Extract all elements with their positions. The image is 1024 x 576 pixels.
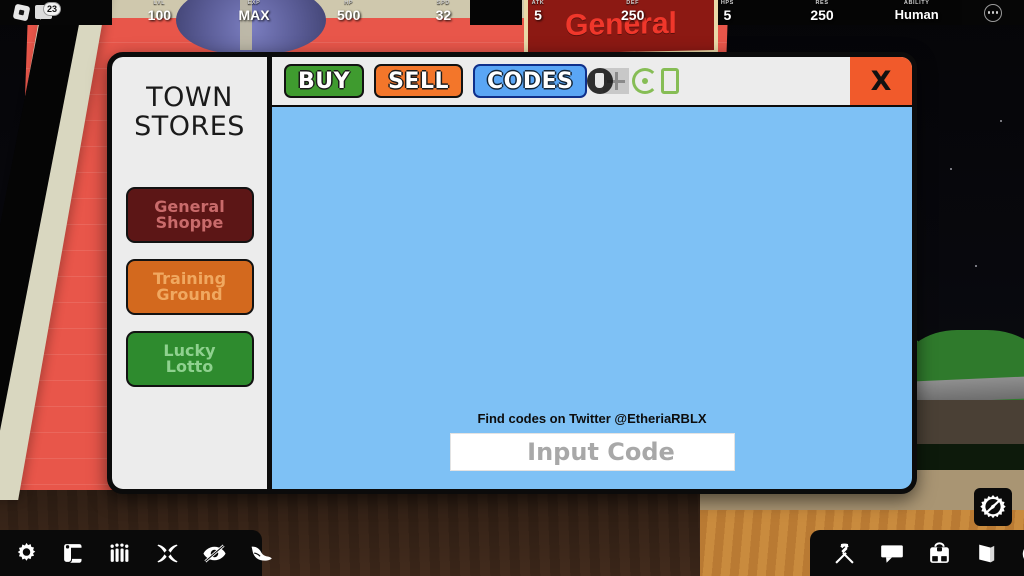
general-shop-sign-text: General xyxy=(565,6,677,43)
coin-bar-icon xyxy=(661,68,680,94)
store-tab-bar: BUY SELL CODES X xyxy=(272,57,912,105)
bottom-toolbar-left xyxy=(0,530,272,576)
panel-title-line1: TOWN xyxy=(146,82,233,113)
compass-button[interactable] xyxy=(974,488,1012,526)
backpack-icon[interactable] xyxy=(927,540,952,566)
compass-icon xyxy=(980,495,1006,519)
hud-chat-button[interactable]: 23 xyxy=(35,1,62,21)
tab-codes[interactable]: CODES xyxy=(473,64,588,98)
party-group-icon[interactable] xyxy=(108,540,133,566)
store-sidebar: TOWN STORES General Shoppe Training Grou… xyxy=(112,57,272,489)
store-button-lucky-lotto-line2: Lotto xyxy=(165,357,214,377)
store-content-area: Find codes on Twitter @EtheriaRBLX xyxy=(272,105,912,489)
eye-slash-icon[interactable] xyxy=(202,540,227,566)
roblox-logo-icon[interactable] xyxy=(12,3,31,22)
store-button-lucky-lotto[interactable]: Lucky Lotto xyxy=(125,331,254,388)
hud-more-menu[interactable] xyxy=(962,0,1024,25)
coin-c-icon xyxy=(632,68,659,94)
quest-scroll-icon[interactable] xyxy=(61,540,86,566)
store-right-column: BUY SELL CODES X Find codes on Twitter @… xyxy=(272,57,912,489)
store-button-training-ground[interactable]: Training Ground xyxy=(125,259,254,316)
tab-buy[interactable]: BUY xyxy=(284,64,365,98)
plus-icon xyxy=(603,68,630,94)
settings-gear-icon[interactable] xyxy=(14,540,39,566)
store-button-general-shoppe[interactable]: General Shoppe xyxy=(125,187,254,244)
general-shop-sign: General xyxy=(524,0,718,59)
pickaxe-hammer-icon[interactable] xyxy=(832,540,857,566)
code-input-field[interactable] xyxy=(449,433,735,471)
add-currency-icon[interactable] xyxy=(603,68,680,94)
game-screen: General 23 LVL 100 EXP MAX HP 500 SPD 32… xyxy=(0,0,1024,576)
crossed-swords-icon[interactable] xyxy=(155,540,180,566)
tab-sell[interactable]: SELL xyxy=(374,64,463,98)
panel-title: TOWN STORES xyxy=(134,83,245,141)
store-button-training-ground-line2: Ground xyxy=(156,285,223,305)
store-button-general-shoppe-line2: Shoppe xyxy=(155,213,224,233)
bottom-toolbar-right xyxy=(810,530,1024,576)
chat-unread-badge: 23 xyxy=(43,1,62,16)
panel-title-line2: STORES xyxy=(134,111,245,143)
more-dots-icon[interactable] xyxy=(984,3,1002,22)
chat-bubble-icon[interactable] xyxy=(879,540,905,566)
town-stores-panel: TOWN STORES General Shoppe Training Grou… xyxy=(107,52,917,494)
book-icon[interactable] xyxy=(974,540,999,566)
close-panel-button[interactable]: X xyxy=(850,57,912,105)
twitter-codes-note: Find codes on Twitter @EtheriaRBLX xyxy=(477,411,707,426)
hud-left-icons: 23 xyxy=(0,0,112,25)
winged-boot-icon[interactable] xyxy=(249,540,274,566)
